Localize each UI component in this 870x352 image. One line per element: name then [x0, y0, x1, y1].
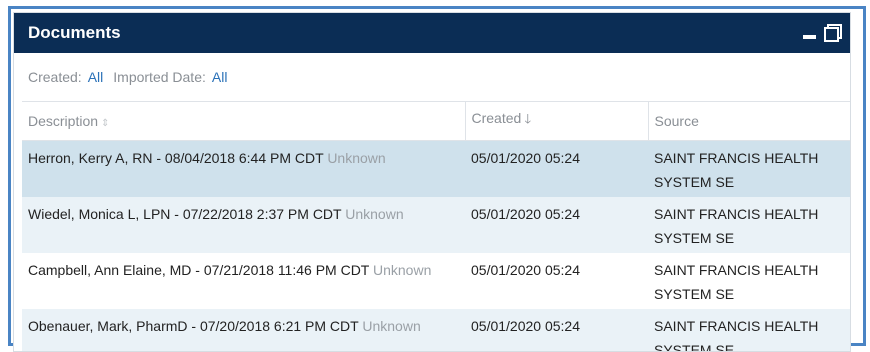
- created-cell: 05/01/2020 05:24: [471, 261, 580, 278]
- table-row[interactable]: Wiedel, Monica L, LPN - 07/22/2018 2:37 …: [22, 196, 850, 253]
- document-description: Herron, Kerry A, RN - 08/04/2018 6:44 PM…: [28, 149, 324, 166]
- column-header-source[interactable]: Source: [648, 102, 850, 141]
- table-header-row: Description ⇕ Created 🡓 Source: [22, 102, 850, 141]
- document-description: Campbell, Ann Elaine, MD - 07/21/2018 11…: [28, 261, 370, 278]
- document-status: Unknown: [345, 205, 404, 222]
- column-header-label: Description: [28, 112, 99, 129]
- column-header-label: Source: [654, 112, 699, 129]
- document-description: Wiedel, Monica L, LPN - 07/22/2018 2:37 …: [28, 205, 342, 222]
- description-cell: Campbell, Ann Elaine, MD - 07/21/2018 11…: [22, 253, 465, 309]
- created-cell: 05/01/2020 05:24: [465, 140, 648, 197]
- sort-icon: ⇕: [101, 117, 110, 129]
- minimize-icon[interactable]: [803, 27, 816, 40]
- source-cell: SAINT FRANCIS HEALTH SYSTEM SE: [654, 261, 819, 302]
- created-cell: 05/01/2020 05:24: [465, 196, 648, 253]
- imported-date-filter-label: Imported Date:: [113, 69, 206, 85]
- column-header-description[interactable]: Description ⇕: [22, 102, 466, 141]
- window-controls: [803, 24, 842, 42]
- documents-table-container: Description ⇕ Created 🡓 Source Herron, Ker…: [22, 101, 850, 351]
- panel-titlebar: Documents: [14, 13, 850, 53]
- column-header-created[interactable]: Created 🡓: [465, 102, 649, 141]
- description-cell: Herron, Kerry A, RN - 08/04/2018 6:44 PM…: [22, 140, 465, 197]
- source-cell: SAINT FRANCIS HEALTH SYSTEM SE: [648, 308, 850, 351]
- table-row[interactable]: Herron, Kerry A, RN - 08/04/2018 6:44 PM…: [22, 140, 850, 197]
- panel-title: Documents: [28, 23, 121, 42]
- imported-date-filter-link[interactable]: All: [212, 69, 228, 85]
- created-filter-label: Created:: [28, 69, 82, 85]
- documents-panel: Documents Created: All Imported Date: Al…: [13, 12, 851, 352]
- description-cell: Wiedel, Monica L, LPN - 07/22/2018 2:37 …: [22, 196, 465, 253]
- table-row[interactable]: Campbell, Ann Elaine, MD - 07/21/2018 11…: [22, 253, 850, 309]
- document-description: Obenauer, Mark, PharmD - 07/20/2018 6:21…: [28, 317, 359, 334]
- document-status: Unknown: [362, 317, 421, 334]
- document-status: Unknown: [327, 149, 386, 166]
- source-cell: SAINT FRANCIS HEALTH SYSTEM SE: [648, 140, 850, 197]
- filter-bar: Created: All Imported Date: All: [14, 53, 850, 101]
- created-cell: 05/01/2020 05:24: [465, 308, 648, 351]
- restore-window-icon[interactable]: [824, 24, 842, 42]
- description-cell: Obenauer, Mark, PharmD - 07/20/2018 6:21…: [22, 308, 465, 351]
- column-header-label: Created: [471, 109, 522, 126]
- created-filter-link[interactable]: All: [88, 69, 104, 85]
- source-cell: SAINT FRANCIS HEALTH SYSTEM SE: [648, 196, 850, 253]
- arrow-down-icon: 🡓: [524, 110, 532, 126]
- documents-table: Description ⇕ Created 🡓 Source Herron, Ker…: [22, 102, 850, 351]
- table-row[interactable]: Obenauer, Mark, PharmD - 07/20/2018 6:21…: [22, 308, 850, 351]
- document-status: Unknown: [373, 261, 432, 278]
